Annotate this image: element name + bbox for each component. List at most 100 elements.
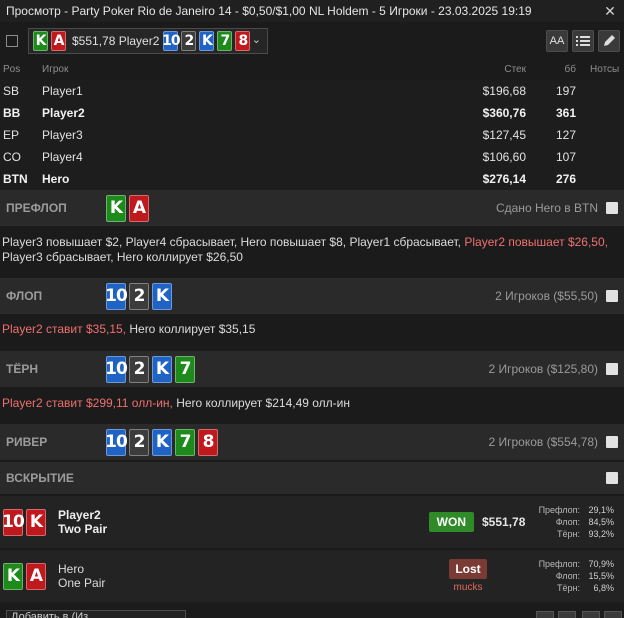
showdown-player: Player2 Two Pair (54, 508, 429, 536)
header-player: Игрок (42, 63, 69, 75)
equity-row: Флоп: 15,5% (536, 570, 624, 582)
action-text: Player2 ставит $35,15, (2, 322, 127, 336)
table-row[interactable]: EP Player3 $127,45 127 (0, 124, 624, 146)
player-pos: EP (3, 128, 20, 142)
mucks-label: mucks (453, 582, 483, 593)
players-table: Pos Игрок Стек бб Нотсы SB Player1 $196,68… (0, 58, 624, 190)
note-icon[interactable] (606, 202, 618, 214)
card: 10 (105, 428, 128, 456)
card: K (199, 31, 215, 51)
card: K (152, 355, 172, 383)
player-pos: BTN (3, 172, 28, 186)
players-table-header: Pos Игрок Стек бб Нотсы (0, 58, 624, 80)
showdown-player-name: Player2 (58, 508, 101, 522)
card: A (26, 562, 46, 590)
player-stack: $360,76 (482, 106, 526, 120)
hand-selector-dropdown[interactable]: KA $551,78 Player2 10 2 K 7 8 ⌄ (28, 28, 268, 54)
close-icon[interactable]: ✕ (596, 3, 624, 20)
won-badge: WON (428, 512, 474, 532)
equity-row: Флоп: 84,5% (536, 516, 624, 528)
card: 10 (105, 355, 128, 383)
player-pos: CO (3, 150, 21, 164)
showdown-player: Hero One Pair (54, 562, 442, 590)
street-name: ПРЕФЛОП (6, 201, 67, 215)
add-button[interactable] (558, 611, 576, 618)
table-row[interactable]: CO Player4 $106,60 107 (0, 146, 624, 168)
equity-row: Префлоп: 70,9% (536, 558, 624, 570)
flop-actions: Player2 ставит $35,15, Hero коллирует $3… (2, 322, 620, 337)
won-amount: $551,78 (482, 515, 526, 529)
player-pos: SB (3, 84, 20, 98)
equity-row: Тёрн: 93,2% (536, 528, 624, 540)
player-bb: 276 (555, 172, 576, 186)
edit-button[interactable] (598, 30, 620, 52)
action-text: Player3 повышает $2, Player4 сбрасывает,… (2, 235, 465, 249)
player-name: Player4 (42, 150, 83, 164)
street-info: Сдано Hero в BTN (495, 201, 598, 215)
card: 8 (235, 31, 251, 51)
street-preflop: ПРЕФЛОП KA Сдано Hero в BTN (0, 190, 624, 226)
header-stack: Стек (504, 63, 526, 75)
turn-actions: Player2 ставит $299,11 олл-ин, Hero колл… (2, 396, 620, 411)
equity-label: Флоп: (555, 571, 580, 581)
showdown-player-name: Hero (58, 562, 85, 576)
street-name: ТЁРН (6, 362, 39, 376)
note-icon[interactable] (606, 363, 618, 375)
showdown-hand: One Pair (58, 576, 106, 590)
equity-value: 93,2% (588, 529, 614, 539)
header-pos: Pos (3, 63, 21, 75)
list-icon (576, 36, 590, 46)
select-checkbox[interactable] (6, 35, 18, 47)
equity-label: Тёрн: (557, 529, 580, 539)
street-river: РИВЕР 10 2 K 7 8 2 Игроков ($554,78) (0, 424, 624, 460)
header-notes: Нотсы (590, 63, 620, 75)
table-row[interactable]: BTN Hero $276,14 276 (0, 168, 624, 190)
street-info: 2 Игроков ($55,50) (495, 289, 598, 303)
save-button[interactable] (536, 611, 554, 618)
card: A (51, 31, 66, 51)
card: 2 (181, 31, 197, 51)
bottom-bar: Добавить в (Из... (0, 604, 624, 618)
equity-label: Префлоп: (538, 505, 580, 515)
showdown-cards: KA (0, 562, 54, 590)
card: 7 (175, 428, 195, 456)
street-name: ВСКРЫТИЕ (6, 471, 74, 485)
hand-toolbar: KA $551,78 Player2 10 2 K 7 8 ⌄ (0, 24, 624, 58)
player-name: Hero (42, 172, 70, 186)
replay-button[interactable] (582, 611, 600, 618)
card: 8 (198, 428, 218, 456)
note-icon[interactable] (606, 436, 618, 448)
equity-label: Флоп: (555, 517, 580, 527)
add-to-dropdown[interactable]: Добавить в (Из... (6, 610, 186, 618)
list-view-button[interactable] (572, 30, 594, 52)
street-cards: 10 2 K 7 (105, 355, 489, 383)
card: A (129, 194, 149, 222)
font-size-button[interactable]: AA (546, 30, 568, 52)
table-row[interactable]: SB Player1 $196,68 197 (0, 80, 624, 102)
action-text: Player3 сбрасывает, Hero коллирует $26,5… (2, 250, 243, 264)
window-title: Просмотр - Party Poker Rio de Janeiro 14… (6, 4, 532, 18)
street-cards: KA (106, 194, 496, 222)
equity-row: Тёрн: 6,8% (536, 582, 624, 594)
street-flop: ФЛОП 10 2 K 2 Игроков ($55,50) (0, 278, 624, 314)
note-icon[interactable] (606, 472, 618, 484)
equity-value: 84,5% (588, 517, 614, 527)
card: 2 (129, 428, 149, 456)
showdown-hand: Two Pair (58, 522, 108, 536)
card: 2 (129, 355, 149, 383)
street-name: РИВЕР (6, 435, 48, 449)
table-row[interactable]: BB Player2 $360,76 361 (0, 102, 624, 124)
more-button[interactable] (604, 611, 622, 618)
street-name: ФЛОП (6, 289, 43, 303)
equity-list: Префлоп: 70,9% Флоп: 15,5% Тёрн: 6,8% (536, 558, 624, 594)
card: K (33, 31, 48, 51)
equity-value: 15,5% (588, 571, 614, 581)
showdown-cards: 10 K (0, 508, 54, 536)
note-icon[interactable] (606, 290, 618, 302)
showdown-row-player2: 10 K Player2 Two Pair WON $551,78 Префлоп… (0, 496, 624, 548)
player-stack: $196,68 (482, 84, 526, 98)
card: K (26, 508, 46, 536)
card: K (3, 562, 23, 590)
player-stack: $276,14 (482, 172, 526, 186)
card: K (152, 282, 172, 310)
